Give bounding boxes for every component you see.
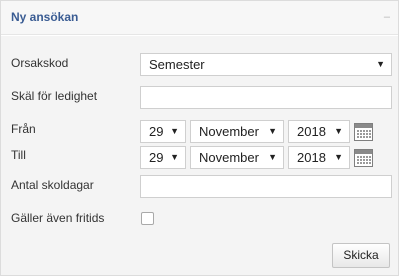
new-application-panel: Ny ansökan – Orsakskod Semester ▼ Skäl f… <box>0 0 399 276</box>
chevron-down-icon: ▼ <box>268 152 277 162</box>
fran-year-value: 2018 <box>297 124 326 139</box>
chevron-down-icon: ▼ <box>170 126 179 136</box>
chevron-down-icon: ▼ <box>376 59 385 69</box>
orsakskod-value: Semester <box>149 57 205 72</box>
chevron-down-icon: ▼ <box>170 152 179 162</box>
fran-month-select[interactable]: November ▼ <box>190 120 284 143</box>
panel-header: Ny ansökan – <box>1 1 398 35</box>
orsakskod-label: Orsakskod <box>11 56 69 70</box>
till-year-value: 2018 <box>297 150 326 165</box>
till-month-value: November <box>199 150 259 165</box>
skoldagar-label: Antal skoldagar <box>11 178 94 192</box>
fran-label: Från <box>11 122 36 136</box>
skoldagar-input[interactable] <box>140 175 392 198</box>
submit-button[interactable]: Skicka <box>332 243 390 268</box>
calendar-icon[interactable] <box>354 149 373 167</box>
chevron-down-icon: ▼ <box>334 152 343 162</box>
chevron-down-icon: ▼ <box>268 126 277 136</box>
skal-input[interactable] <box>140 86 392 109</box>
calendar-icon[interactable] <box>354 123 373 141</box>
fran-day-value: 29 <box>149 124 164 139</box>
collapse-icon[interactable]: – <box>384 11 390 23</box>
fran-day-select[interactable]: 29 ▼ <box>140 120 186 143</box>
till-year-select[interactable]: 2018 ▼ <box>288 146 350 169</box>
till-day-select[interactable]: 29 ▼ <box>140 146 186 169</box>
fritids-label: Gäller även fritids <box>11 211 105 225</box>
till-day-value: 29 <box>149 150 164 165</box>
panel-title: Ny ansökan <box>11 10 79 24</box>
fran-month-value: November <box>199 124 259 139</box>
fran-year-select[interactable]: 2018 ▼ <box>288 120 350 143</box>
skal-label: Skäl för ledighet <box>11 89 98 103</box>
till-month-select[interactable]: November ▼ <box>190 146 284 169</box>
till-label: Till <box>11 148 26 162</box>
orsakskod-select[interactable]: Semester ▼ <box>140 53 392 76</box>
fritids-checkbox[interactable] <box>141 212 154 225</box>
form-body: Orsakskod Semester ▼ Skäl för ledighet F… <box>1 36 398 275</box>
chevron-down-icon: ▼ <box>334 126 343 136</box>
